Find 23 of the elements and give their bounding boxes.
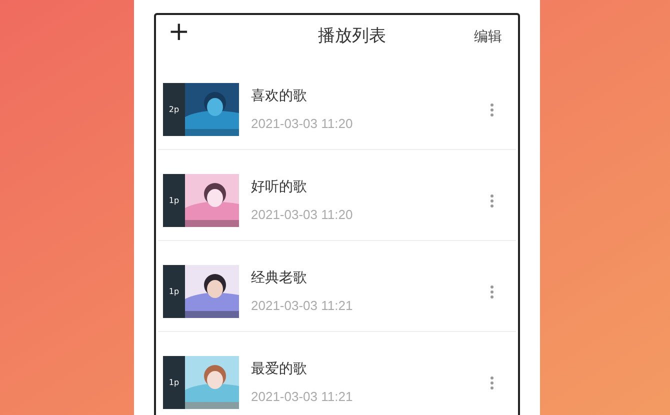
playlist-date: 2021-03-03 11:21 xyxy=(251,296,354,315)
playlist-date: 2021-03-03 11:20 xyxy=(251,114,354,133)
add-button[interactable]: + xyxy=(168,19,190,45)
playlist-date: 2021-03-03 11:20 xyxy=(251,206,354,224)
song-count: 1p xyxy=(168,286,180,298)
playlist-row[interactable]: 2p 喜欢的歌 2021-03-03 11:20 xyxy=(158,59,516,150)
song-count: 1p xyxy=(168,194,180,206)
playlist-row[interactable]: 1p 经典老歌 2021-03-03 11:21 xyxy=(158,241,516,332)
playlist-title: 好听的歌 xyxy=(251,178,308,197)
playlist-date: 2021-03-03 11:21 xyxy=(251,388,354,406)
playlist-title: 最爱的歌 xyxy=(251,360,308,379)
playlist-title: 喜欢的歌 xyxy=(251,86,308,106)
playlist-title: 经典老歌 xyxy=(251,268,308,288)
song-count: 2p xyxy=(168,104,180,116)
more-icon[interactable] xyxy=(490,102,494,116)
page-title: 播放列表 xyxy=(318,25,386,48)
song-count: 1p xyxy=(168,376,180,388)
more-icon[interactable] xyxy=(490,194,494,208)
playlist-row[interactable]: 1p 最爱的歌 2021-03-03 11:21 xyxy=(158,332,516,415)
more-icon[interactable] xyxy=(490,376,494,390)
playlist-row[interactable]: 1p 好听的歌 2021-03-03 11:20 xyxy=(158,150,516,241)
more-icon[interactable] xyxy=(490,284,494,298)
edit-button[interactable]: 编辑 xyxy=(474,26,502,48)
